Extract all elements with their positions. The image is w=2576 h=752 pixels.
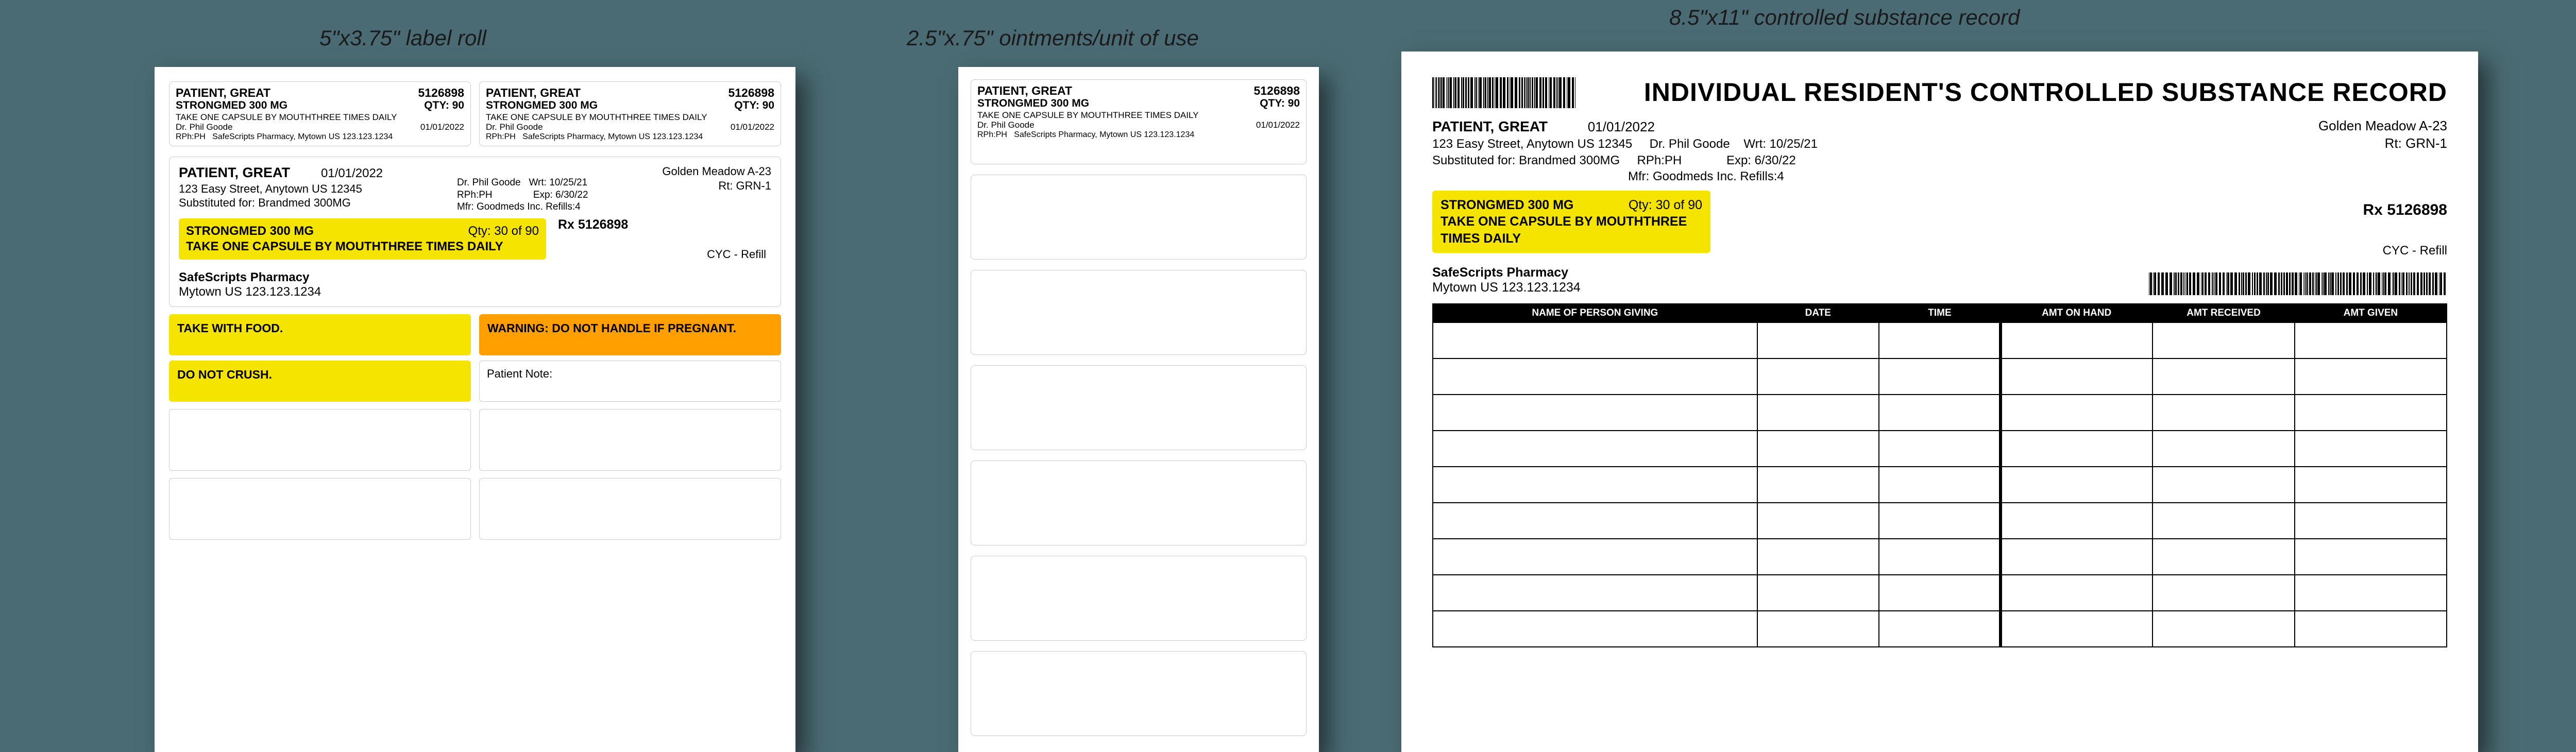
col-amt-on-hand: AMT ON HAND [2001, 304, 2153, 322]
cs-pharmacy: SafeScripts Pharmacy [1432, 265, 1581, 280]
cs-addr: 123 Easy Street, Anytown US 12345 [1432, 137, 1632, 151]
table-row [1433, 611, 2447, 647]
cs-qty: Qty: 30 of 90 [1629, 197, 1702, 214]
barcode-icon [1432, 77, 1576, 108]
cs-cyc: CYC - Refill [1432, 244, 2447, 258]
caption-sheet1: 5"x3.75" label roll [319, 26, 486, 50]
aux-box [169, 478, 471, 540]
table-row [1433, 358, 2447, 395]
main-exp: Exp: 6/30/22 [533, 190, 588, 200]
cs-doctor: Dr. Phil Goode [1650, 137, 1730, 151]
caption-sheet2: 2.5"x.75" ointments/unit of use [907, 26, 1199, 50]
mini-doctor: Dr. Phil Goode [176, 122, 233, 132]
table-row [1433, 503, 2447, 539]
table-row [1433, 539, 2447, 575]
ointment-label-empty [971, 460, 1307, 545]
main-addr: 123 Easy Street, Anytown US 12345 [179, 182, 383, 196]
table-row [1433, 467, 2447, 503]
barcode-icon [2149, 272, 2447, 295]
cs-facility: Golden Meadow A-23 [2318, 117, 2447, 135]
cs-patient: PATIENT, GREAT [1432, 118, 1548, 134]
ointment-label-empty [971, 270, 1307, 355]
main-sub: Substituted for: Brandmed 300MG [179, 196, 383, 210]
ointment-label-empty [971, 651, 1307, 736]
aux-row-1 [169, 409, 781, 471]
cs-exp: Exp: 6/30/22 [1726, 153, 1796, 167]
main-drug: STRONGMED 300 MG [186, 224, 314, 239]
cs-route: Rt: GRN-1 [2318, 135, 2447, 152]
main-rph: RPh:PH [457, 190, 493, 200]
cs-date: 01/01/2022 [1588, 119, 1655, 134]
cs-rph: RPh:PH [1637, 153, 1682, 167]
controlled-substance-record: INDIVIDUAL RESIDENT'S CONTROLLED SUBSTAN… [1401, 52, 2478, 752]
caption-sheet3: 8.5"x11" controlled substance record [1669, 5, 2020, 30]
aux-box [479, 409, 781, 471]
cs-mfr: Mfr: Goodmeds Inc. Refills:4 [1432, 168, 1818, 184]
main-qty: Qty: 30 of 90 [468, 224, 539, 239]
table-row [1433, 322, 2447, 358]
main-patient: PATIENT, GREAT [179, 165, 290, 180]
table-row [1433, 575, 2447, 611]
aux-box [169, 409, 471, 471]
mini-drug: STRONGMED 300 MG [176, 99, 287, 112]
mini-pharmline: SafeScripts Pharmacy, Mytown US 123.123.… [212, 132, 393, 141]
col-date: DATE [1757, 304, 1879, 322]
cs-log-table: NAME OF PERSON GIVING DATE TIME AMT ON H… [1432, 303, 2447, 647]
cs-sub: Substituted for: Brandmed 300MG [1432, 153, 1620, 167]
warning-2: DO NOT CRUSH. [169, 361, 471, 402]
col-amt-given: AMT GIVEN [2295, 304, 2447, 322]
table-row [1433, 431, 2447, 467]
col-name: NAME OF PERSON GIVING [1433, 304, 1757, 322]
warning-1: TAKE WITH FOOD. [169, 314, 471, 355]
mini-date: 01/01/2022 [420, 122, 464, 132]
main-pharmaddr: Mytown US 123.123.1234 [179, 285, 771, 299]
main-date: 01/01/2022 [321, 166, 383, 180]
ointment-label-empty [971, 365, 1307, 450]
mini-rph: RPh:PH [176, 132, 206, 141]
main-sig: TAKE ONE CAPSULE BY MOUTHTHREE TIMES DAI… [186, 239, 539, 254]
main-facility: Golden Meadow A-23 [662, 164, 771, 179]
main-rx: Rx 5126898 [558, 217, 628, 232]
ointment-label-1: PATIENT, GREAT5126898 STRONGMED 300 MGQT… [971, 79, 1307, 164]
mini-label-1: PATIENT, GREAT 5126898 STRONGMED 300 MG QT… [169, 81, 471, 146]
col-time: TIME [1879, 304, 2001, 322]
cs-wrt: Wrt: 10/25/21 [1743, 137, 1818, 151]
label-roll-sheet: PATIENT, GREAT 5126898 STRONGMED 300 MG QT… [155, 67, 795, 752]
patient-note: Patient Note: [479, 361, 781, 402]
cs-drug: STRONGMED 300 MG [1440, 197, 1573, 214]
main-route: Rt: GRN-1 [662, 179, 771, 193]
main-label: PATIENT, GREAT 01/01/2022 123 Easy Stree… [169, 157, 781, 307]
mini-patient: PATIENT, GREAT [176, 86, 270, 99]
ointment-sheet: PATIENT, GREAT5126898 STRONGMED 300 MGQT… [958, 67, 1319, 752]
main-pharmacy: SafeScripts Pharmacy [179, 270, 771, 285]
mini-qty: QTY: 90 [424, 99, 464, 112]
main-mfr: Mfr: Goodmeds Inc. Refills:4 [457, 201, 588, 213]
aux-row-2 [169, 478, 781, 540]
table-row [1433, 395, 2447, 431]
ointment-label-empty [971, 556, 1307, 641]
warning-3: WARNING: DO NOT HANDLE IF PREGNANT. [479, 314, 781, 355]
ointment-label-empty [971, 175, 1307, 260]
main-wrt: Wrt: 10/25/21 [529, 177, 587, 188]
col-amt-received: AMT RECEIVED [2153, 304, 2295, 322]
main-doctor: Dr. Phil Goode [457, 177, 521, 188]
mini-rx: 5126898 [418, 86, 464, 99]
cs-sig: TAKE ONE CAPSULE BY MOUTHTHREE TIMES DAI… [1440, 213, 1702, 247]
mini-label-2: PATIENT, GREAT5126898 STRONGMED 300 MGQT… [479, 81, 781, 146]
mini-sig: TAKE ONE CAPSULE BY MOUTHTHREE TIMES DAI… [176, 112, 464, 123]
aux-box [479, 478, 781, 540]
cs-title: INDIVIDUAL RESIDENT'S CONTROLLED SUBSTAN… [1591, 77, 2447, 107]
cs-pharmaddr: Mytown US 123.123.1234 [1432, 280, 1581, 295]
